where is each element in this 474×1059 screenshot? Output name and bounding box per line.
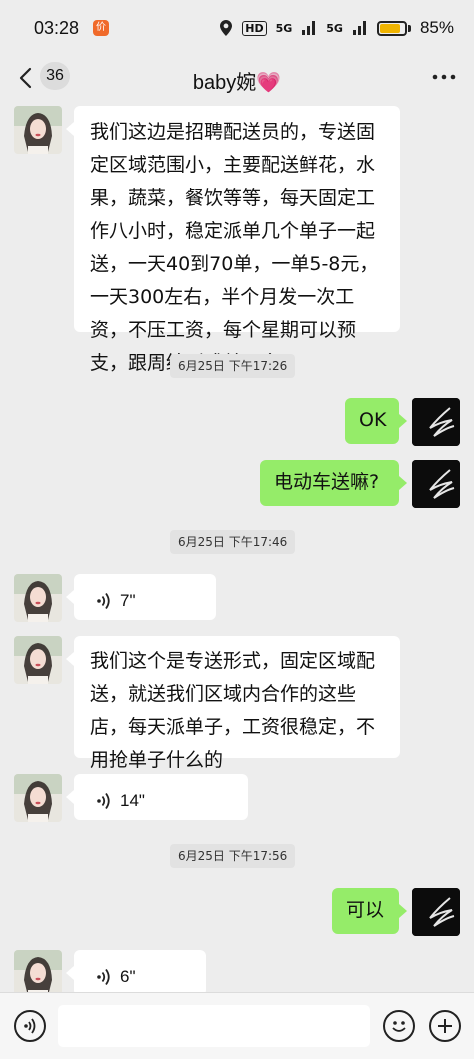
voice-message-bubble[interactable]: 6" [66, 950, 206, 992]
message-bubble-outgoing[interactable]: OK [345, 398, 407, 444]
status-bar: 03:28 价 HD 5G 5G 85% [0, 0, 474, 56]
emoji-glyph [392, 1021, 406, 1032]
signal-5g-icon: 5G [275, 21, 293, 35]
message-text: OK [359, 409, 387, 431]
hd-icon: HD [242, 20, 267, 36]
message-text: 我们这个是专送形式，固定区域配送，就送我们区域内合作的这些店，每天派单子，工资很… [90, 650, 376, 771]
more-icon[interactable] [432, 70, 456, 84]
message-list[interactable]: 我们这边是招聘配送员的，专送固定区域范围小，主要配送鲜花，水果，蔬菜，餐饮等等，… [0, 102, 474, 992]
contact-photo [14, 106, 62, 154]
my-avatar-image [412, 460, 460, 508]
voice-message-bubble[interactable]: 7" [66, 574, 216, 620]
status-time: 03:28 [34, 17, 80, 38]
contact-photo [14, 950, 62, 992]
contact-photo [14, 574, 62, 622]
message-text: 我们这边是招聘配送员的，专送固定区域范围小，主要配送鲜花，水果，蔬菜，餐饮等等，… [90, 121, 379, 374]
message-text: 电动车送嘛? [274, 471, 380, 493]
contact-photo [14, 774, 62, 822]
plus-icon[interactable] [429, 1010, 461, 1042]
plus-glyph [438, 1019, 452, 1033]
app-badge-icon: 价 [93, 20, 110, 36]
message-bubble-incoming[interactable]: 我们这边是招聘配送员的，专送固定区域范围小，主要配送鲜花，水果，蔬菜，餐饮等等，… [66, 106, 400, 374]
voice-duration: 14" [120, 791, 145, 810]
message-text: 可以 [346, 899, 385, 921]
my-avatar[interactable] [412, 398, 460, 446]
message-bubble-incoming[interactable]: 我们这个是专送形式，固定区域配送，就送我们区域内合作的这些店，每天派单子，工资很… [66, 636, 400, 771]
voice-duration: 6" [120, 967, 136, 986]
message-bubble-outgoing[interactable]: 电动车送嘛? [260, 460, 407, 506]
message-timestamp: 6月25日 下午17:46 [170, 530, 296, 554]
my-avatar-image [412, 398, 460, 446]
my-avatar[interactable] [412, 460, 460, 508]
message-timestamp: 6月25日 下午17:26 [170, 354, 296, 378]
message-bubble-outgoing[interactable]: 可以 [332, 888, 407, 934]
battery-icon [376, 20, 407, 36]
my-avatar[interactable] [412, 888, 460, 936]
message-input[interactable] [58, 1005, 370, 1047]
signal-5g-icon-2: 5G [326, 21, 343, 35]
voice-wave-icon [97, 792, 110, 810]
emoji-icon[interactable] [383, 1010, 415, 1042]
location-icon [220, 20, 233, 36]
message-timestamp: 6月25日 下午17:56 [170, 844, 296, 868]
voice-mode-glyph [24, 1018, 36, 1034]
contact-avatar[interactable] [14, 636, 62, 684]
contact-avatar[interactable] [14, 574, 62, 622]
voice-message-bubble[interactable]: 14" [66, 774, 248, 820]
input-bar [0, 992, 474, 1059]
contact-avatar[interactable] [14, 950, 62, 992]
contact-avatar[interactable] [14, 774, 62, 822]
chat-header: 36 baby婉💗 [0, 56, 474, 102]
chat-title: baby婉💗 [192, 72, 282, 94]
voice-wave-icon [97, 592, 110, 610]
battery-fill [379, 23, 400, 33]
battery-tip [407, 24, 411, 32]
my-avatar-image [412, 888, 460, 936]
signal-bars-icon-2 [352, 21, 366, 35]
signal-bars-icon [302, 21, 316, 35]
status-indicators: HD 5G 5G 85% [219, 18, 454, 38]
battery-percent: 85% [419, 18, 454, 37]
contact-avatar[interactable] [14, 106, 62, 154]
voice-duration: 7" [120, 591, 136, 610]
contact-photo [14, 636, 62, 684]
voice-mode-icon[interactable] [14, 1010, 46, 1042]
voice-wave-icon [97, 968, 110, 986]
